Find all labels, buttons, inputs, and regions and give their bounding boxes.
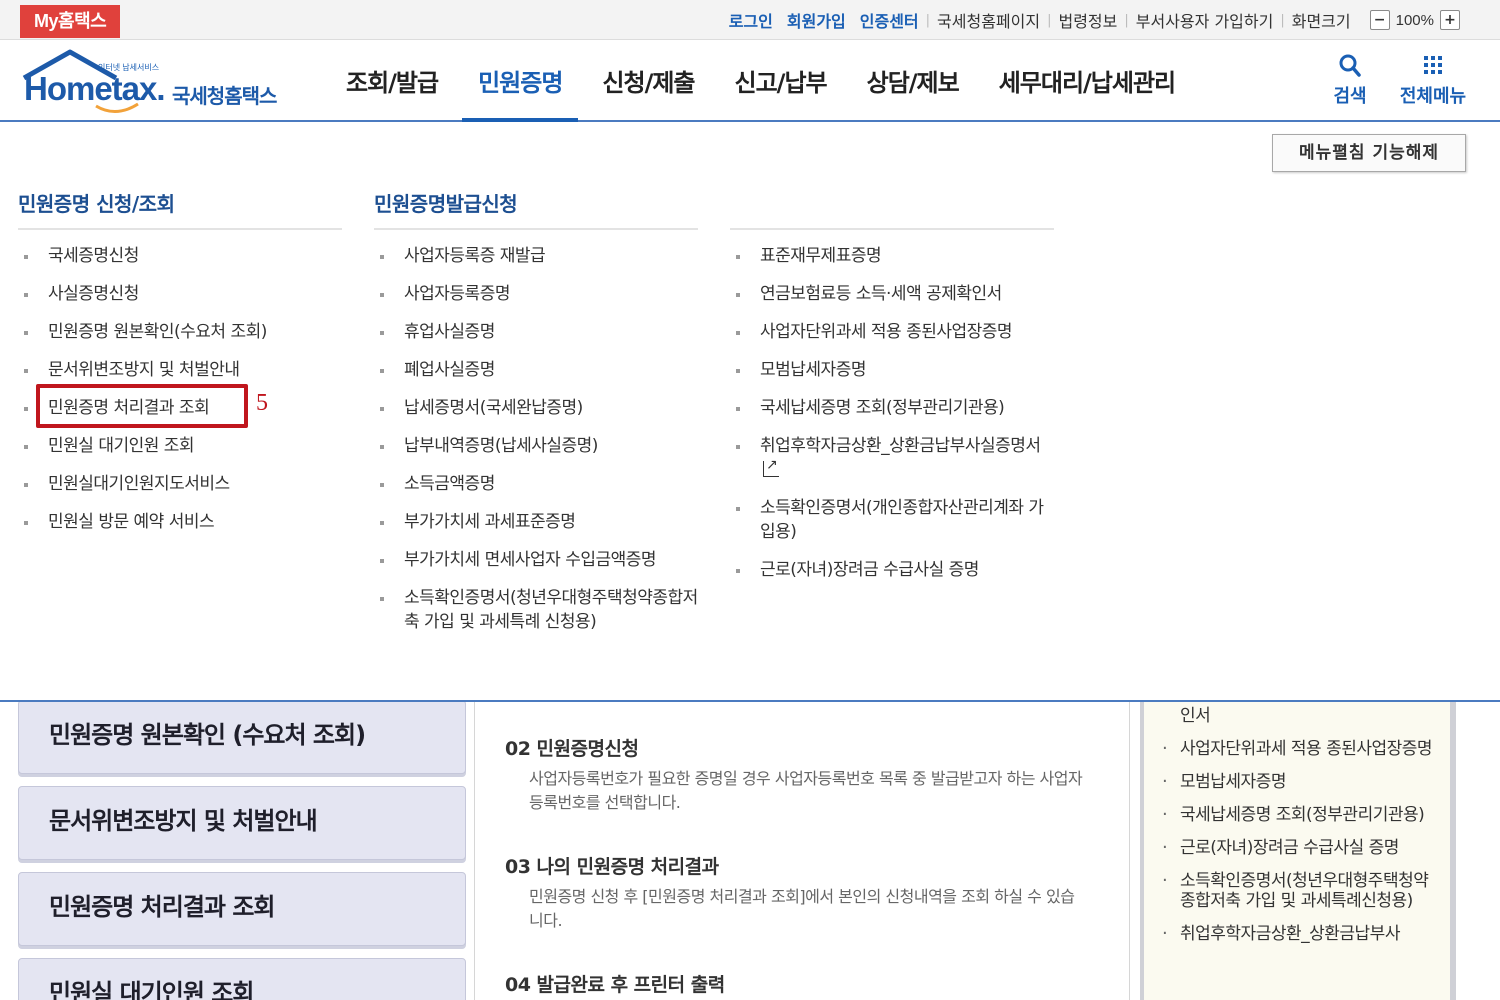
column-title: 민원증명 신청/조회 xyxy=(18,184,342,230)
left-button-waiting-count[interactable]: 민원실 대기인원 조회 xyxy=(18,958,466,1000)
menu-item-model-taxpayer-cert[interactable]: 모범납세자증명 xyxy=(730,358,1054,382)
menu-item-biz-reg-reissue[interactable]: 사업자등록증 재발급 xyxy=(374,244,698,268)
law-info-link[interactable]: 법령정보 xyxy=(1051,8,1124,32)
all-menu-button[interactable]: 전체메뉴 xyxy=(1396,52,1470,108)
menu-column-apply-inquiry: 민원증명 신청/조회 국세증명신청 사실증명신청 민원증명 원본확인(수요처 조… xyxy=(18,184,342,548)
zoom-value: 100% xyxy=(1395,11,1434,29)
logo-sub-text: 국세청홈택스 xyxy=(172,84,277,108)
menu-expand-toggle-button[interactable]: 메뉴펼침 기능해제 xyxy=(1272,134,1466,172)
quick-item-income-confirm-youth[interactable]: 소득확인증명서(청년우대형주택청약종합저축 가입 및 과세특례신청용) xyxy=(1156,871,1440,911)
annotation-highlight-box xyxy=(36,384,248,428)
left-button-original-verify[interactable]: 민원증명 원본확인 (수요처 조회) xyxy=(18,702,466,774)
plus-icon[interactable]: + xyxy=(1440,10,1460,30)
left-button-process-result[interactable]: 민원증명 처리결과 조회 xyxy=(18,872,466,946)
step-description: 민원증명 신청 후 [민원증명 처리결과 조회]에서 본인의 신청내역을 조회 … xyxy=(529,887,1075,930)
menu-item-income-confirm-isa[interactable]: 소득확인증명서(개인종합자산관리계좌 가입용) xyxy=(730,496,1054,544)
step-title: 04 발급완료 후 프린터 출력 xyxy=(505,974,725,996)
mega-menu-panel: 메뉴펼침 기능해제 민원증명 신청/조회 국세증명신청 사실증명신청 민원증명 … xyxy=(0,122,1500,700)
zoom-control: − 100% + xyxy=(1369,10,1460,30)
nav-consult-report[interactable]: 상담/제보 xyxy=(851,40,975,120)
logo-main-text: Hometax. xyxy=(24,70,166,107)
right-quick-list: 인서 사업자단위과세 적용 종된사업장증명 모범납세자증명 국세납세증명 조회(… xyxy=(1140,702,1456,1000)
my-hometax-button[interactable]: My홈택스 xyxy=(20,5,121,38)
hometax-logo[interactable]: 인터넷 납세서비스 Hometax. 국세청홈택스 xyxy=(18,48,308,116)
menu-item-earned-income-credit-cert[interactable]: 근로(자녀)장려금 수급사실 증명 xyxy=(730,558,1054,582)
nav-tax-agent[interactable]: 세무대리/납세관리 xyxy=(983,40,1191,120)
background-page: 민원증명 원본확인 (수요처 조회) 문서위변조방지 및 처벌안내 민원증명 처… xyxy=(0,702,1500,1000)
step-description: 사업자등록번호가 필요한 증명일 경우 사업자등록번호 목록 중 발급받고자 하… xyxy=(529,769,1083,812)
menu-item-income-amount-cert[interactable]: 소득금액증명 xyxy=(374,472,698,496)
annotation-number: 5 xyxy=(256,390,268,416)
nav-inquiry-issuance[interactable]: 조회/발급 xyxy=(330,40,454,120)
screen-size-label: 화면크기 xyxy=(1291,12,1351,31)
search-icon xyxy=(1339,54,1361,77)
minus-icon[interactable]: − xyxy=(1369,10,1390,30)
nav-report-payment[interactable]: 신고/납부 xyxy=(719,40,843,120)
menu-item-tax-payment-cert[interactable]: 납세증명서(국세완납증명) xyxy=(374,396,698,420)
menu-item-closure-cert[interactable]: 폐업사실증명 xyxy=(374,358,698,382)
menu-item-visit-reservation[interactable]: 민원실 방문 예약 서비스 xyxy=(18,510,342,534)
menu-item-financial-statement-cert[interactable]: 표준재무제표증명 xyxy=(730,244,1054,268)
left-button-forgery-prevention[interactable]: 문서위변조방지 및 처벌안내 xyxy=(18,786,466,860)
menu-item-forgery-prevention[interactable]: 문서위변조방지 및 처벌안내 xyxy=(18,358,342,382)
step-title: 03 나의 민원증명 처리결과 xyxy=(505,856,719,878)
guide-steps-panel: 02 민원증명신청 사업자등록번호가 필요한 증명일 경우 사업자등록번호 목록… xyxy=(474,702,1130,1000)
menu-item-income-confirm-youth[interactable]: 소득확인증명서(청년우대형주택청약종합저축 가입 및 과세특례 신청용) xyxy=(374,586,698,634)
quick-item-subordinate-workplace[interactable]: 사업자단위과세 적용 종된사업장증명 xyxy=(1156,739,1440,759)
menu-item-pension-deduction-cert[interactable]: 연금보험료등 소득·세액 공제확인서 xyxy=(730,282,1054,306)
menu-item-original-verify[interactable]: 민원증명 원본확인(수요처 조회) xyxy=(18,320,342,344)
nav-application-submission[interactable]: 신청/제출 xyxy=(586,40,710,120)
menu-column-issuance-continued: 표준재무제표증명 연금보험료등 소득·세액 공제확인서 사업자단위과세 적용 종… xyxy=(730,184,1054,596)
department-user-signup-link[interactable]: 부서사용자 가입하기 xyxy=(1129,8,1281,32)
column-title-empty xyxy=(730,184,1054,230)
quick-item-fragment[interactable]: 인서 xyxy=(1156,706,1440,726)
column-title: 민원증명발급신청 xyxy=(374,184,698,230)
quick-item-model-taxpayer[interactable]: 모범납세자증명 xyxy=(1156,772,1440,792)
menu-item-national-tax-cert[interactable]: 국세증명신청 xyxy=(18,244,342,268)
nav-civil-certificate[interactable]: 민원증명 xyxy=(462,40,579,122)
utility-links: 로그인 회원가입 인증센터 | 국세청홈페이지 | 법령정보 | 부서사용자 가… xyxy=(722,8,1460,32)
site-header: 인터넷 납세서비스 Hometax. 국세청홈택스 조회/발급 민원증명 신청/… xyxy=(0,40,1500,122)
grid-menu-icon xyxy=(1424,56,1442,74)
menu-item-tax-payment-inquiry-gov[interactable]: 국세납세증명 조회(정부관리기관용) xyxy=(730,396,1054,420)
certificate-center-link[interactable]: 인증센터 xyxy=(853,8,926,32)
step-03: 03 나의 민원증명 처리결과 민원증명 신청 후 [민원증명 처리결과 조회]… xyxy=(505,852,1085,933)
utility-bar: My홈택스 로그인 회원가입 인증센터 | 국세청홈페이지 | 법령정보 | 부… xyxy=(0,0,1500,40)
menu-item-label: 취업후학자금상환_상환금납부사실증명서 xyxy=(760,436,1041,456)
quick-item-tax-payment-gov[interactable]: 국세납세증명 조회(정부관리기관용) xyxy=(1156,805,1440,825)
nts-homepage-link[interactable]: 국세청홈페이지 xyxy=(930,8,1047,32)
menu-item-biz-reg-cert[interactable]: 사업자등록증명 xyxy=(374,282,698,306)
search-label: 검색 xyxy=(1333,86,1367,107)
menu-item-suspension-cert[interactable]: 휴업사실증명 xyxy=(374,320,698,344)
menu-item-waiting-map[interactable]: 민원실대기인원지도서비스 xyxy=(18,472,342,496)
menu-item-student-loan-repayment-cert[interactable]: 취업후학자금상환_상환금납부사실증명서 xyxy=(730,434,1054,482)
quick-item-earned-income-credit[interactable]: 근로(자녀)장려금 수급사실 증명 xyxy=(1156,838,1440,858)
all-menu-label: 전체메뉴 xyxy=(1399,86,1467,107)
login-link[interactable]: 로그인 xyxy=(722,8,780,32)
menu-item-fact-cert[interactable]: 사실증명신청 xyxy=(18,282,342,306)
menu-item-vat-exempt-income-cert[interactable]: 부가가치세 면세사업자 수입금액증명 xyxy=(374,548,698,572)
external-link-icon xyxy=(763,453,779,477)
menu-item-vat-base-cert[interactable]: 부가가치세 과세표준증명 xyxy=(374,510,698,534)
step-04: 04 발급완료 후 프린터 출력 xyxy=(505,970,725,997)
step-title: 02 민원증명신청 xyxy=(505,738,639,760)
menu-column-issuance: 민원증명발급신청 사업자등록증 재발급 사업자등록증명 휴업사실증명 폐업사실증… xyxy=(374,184,698,648)
signup-link[interactable]: 회원가입 xyxy=(780,8,853,32)
search-button[interactable]: 검색 xyxy=(1332,52,1368,108)
menu-item-waiting-count[interactable]: 민원실 대기인원 조회 xyxy=(18,434,342,458)
quick-item-student-loan[interactable]: 취업후학자금상환_상환금납부사 xyxy=(1156,924,1440,944)
step-02: 02 민원증명신청 사업자등록번호가 필요한 증명일 경우 사업자등록번호 목록… xyxy=(505,734,1085,815)
main-navigation: 조회/발급 민원증명 신청/제출 신고/납부 상담/제보 세무대리/납세관리 xyxy=(330,40,1199,122)
menu-item-subordinate-workplace-cert[interactable]: 사업자단위과세 적용 종된사업장증명 xyxy=(730,320,1054,344)
menu-item-payment-history-cert[interactable]: 납부내역증명(납세사실증명) xyxy=(374,434,698,458)
